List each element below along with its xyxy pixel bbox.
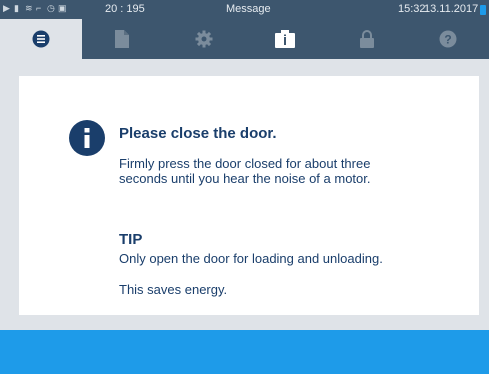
battery-icon [480, 5, 486, 15]
message-heading: Please close the door. [119, 125, 277, 142]
play-icon: ▶ [3, 3, 10, 13]
status-date: 13.11.2017 [424, 3, 479, 15]
svg-text:?: ? [445, 33, 452, 47]
status-time: 15:32 [398, 3, 426, 15]
tab-protocols[interactable] [82, 19, 164, 59]
info-icon [69, 120, 105, 156]
bottom-bar [0, 330, 489, 374]
steam-icon: ≋ [25, 3, 33, 13]
cycle-counter: 20 : 195 [105, 3, 145, 15]
tab-lock[interactable] [326, 19, 408, 59]
menu-list-icon [32, 30, 50, 48]
lock-icon: ▣ [58, 3, 67, 13]
message-card: Please close the door. Firmly press the … [19, 76, 479, 315]
document-icon [115, 30, 130, 48]
info-card-icon [275, 30, 296, 48]
gear-icon [195, 30, 213, 48]
tab-menu[interactable] [0, 19, 82, 59]
clock-icon: ◷ [47, 3, 55, 13]
tip-title: TIP [119, 231, 143, 248]
tip-extra: This saves energy. [119, 282, 228, 297]
tab-settings[interactable] [163, 19, 245, 59]
message-body: Firmly press the door closed for about t… [119, 156, 371, 186]
file-icon: ▮ [14, 3, 19, 13]
screen-title: Message [226, 3, 271, 15]
tab-help[interactable]: ? [408, 19, 489, 59]
tab-bar: ? [0, 19, 489, 59]
chart-icon: ⌐ [36, 3, 42, 13]
lock-icon [359, 30, 374, 48]
status-icons: ▶ ▮ ≋ ⌐ ◷ ▣ [3, 3, 67, 14]
tab-info[interactable] [245, 19, 327, 59]
help-icon: ? [439, 30, 457, 48]
status-bar: ▶ ▮ ≋ ⌐ ◷ ▣ 20 : 195 Message 15:32 13.11… [0, 0, 489, 19]
tip-body: Only open the door for loading and unloa… [119, 251, 383, 266]
